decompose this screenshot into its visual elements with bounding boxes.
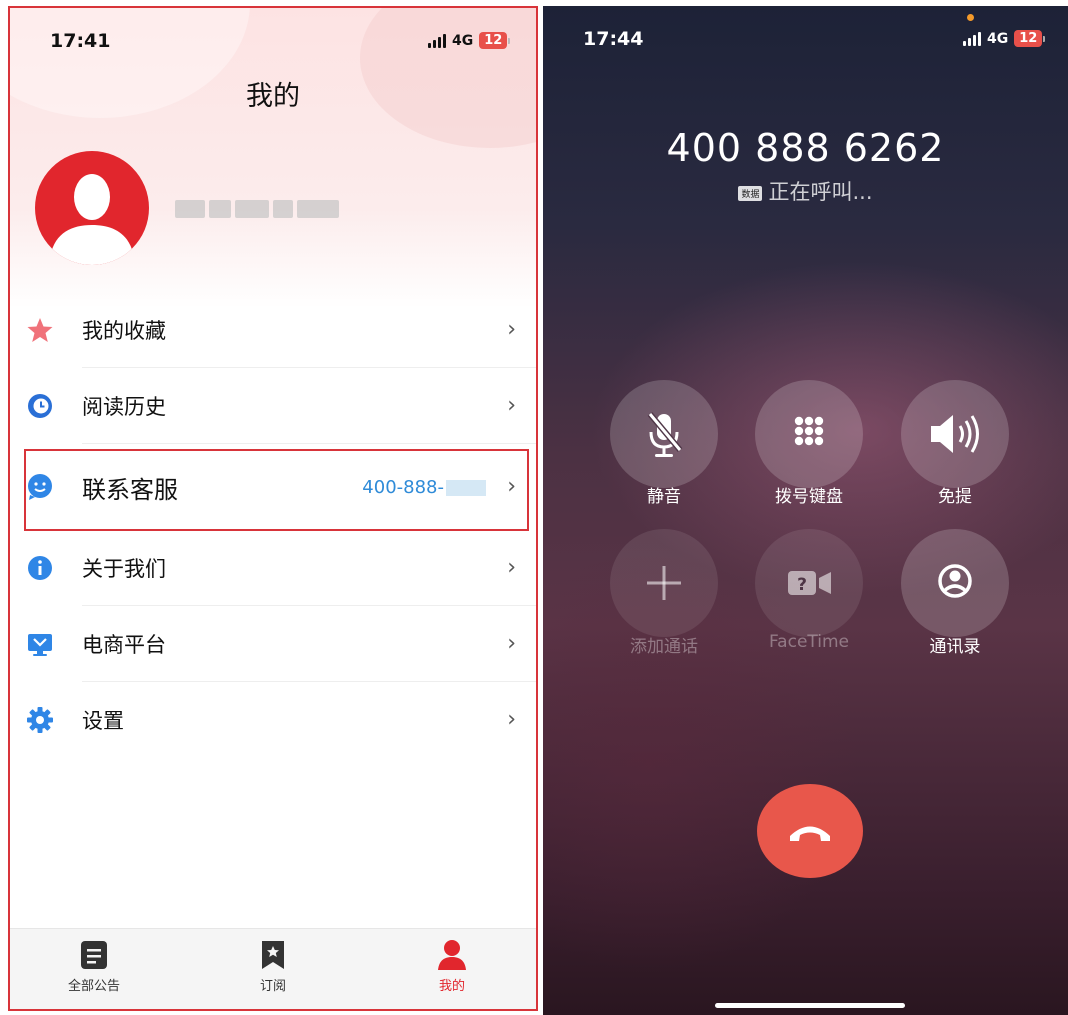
bottom-tab-bar: 全部公告 订阅 我的 <box>10 928 536 1009</box>
menu-item-ecommerce[interactable]: 电商平台 › <box>10 606 536 682</box>
menu-item-about[interactable]: 关于我们 › <box>10 530 536 606</box>
network-label: 4G <box>987 30 1009 47</box>
tab-label: 我的 <box>438 979 465 994</box>
svg-text:?: ? <box>797 575 807 595</box>
contacts-icon <box>938 564 972 598</box>
keypad-button[interactable] <box>755 380 863 488</box>
menu-item-settings[interactable]: 设置 › <box>10 682 536 758</box>
page-title: 我的 <box>246 81 300 112</box>
history-clock-icon <box>28 394 52 418</box>
status-time: 17:41 <box>50 30 111 52</box>
tab-announcements[interactable]: 全部公告 <box>34 939 154 994</box>
star-icon <box>27 318 53 342</box>
home-indicator[interactable] <box>715 1003 905 1008</box>
privacy-indicator-dot <box>967 14 974 21</box>
person-silhouette-icon <box>49 174 135 265</box>
avatar[interactable] <box>35 151 149 265</box>
tab-mine[interactable]: 我的 <box>392 939 512 994</box>
end-call-button[interactable] <box>757 784 863 878</box>
mute-button[interactable] <box>610 380 718 488</box>
battery-level: 12 <box>1014 30 1043 47</box>
right-phone-screen: 17:44 4G 12 400 888 6262 数据 正在呼叫... 静音 拨… <box>543 6 1068 1015</box>
speaker-label: 免提 <box>938 487 972 507</box>
network-label: 4G <box>452 32 474 49</box>
status-indicators: 4G 12 <box>428 32 511 49</box>
menu-item-label: 阅读历史 <box>82 395 166 419</box>
data-tag: 数据 <box>738 185 763 201</box>
mute-label: 静音 <box>647 487 681 507</box>
chevron-right-icon: › <box>507 707 516 732</box>
menu-item-label: 关于我们 <box>82 557 166 581</box>
tab-label: 订阅 <box>259 979 286 994</box>
call-status: 数据 正在呼叫... <box>543 176 1068 206</box>
announcement-list-icon <box>81 941 107 969</box>
username-blurred <box>175 200 340 218</box>
chevron-right-icon: › <box>507 631 516 656</box>
speaker-icon <box>931 415 979 453</box>
signal-icon <box>428 33 446 48</box>
battery-icon: 12 <box>1014 30 1046 47</box>
contacts-label: 通讯录 <box>929 637 981 657</box>
store-screen-icon <box>28 634 52 656</box>
status-time: 17:44 <box>583 28 644 50</box>
menu-item-label: 设置 <box>82 709 124 733</box>
add-call-label: 添加通话 <box>630 637 698 657</box>
chevron-right-icon: › <box>507 393 516 418</box>
menu-item-label: 我的收藏 <box>82 319 166 343</box>
signal-icon <box>963 31 981 46</box>
contacts-button[interactable] <box>901 529 1009 637</box>
highlight-box <box>24 449 529 531</box>
tab-label: 全部公告 <box>67 979 120 994</box>
facetime-icon: ? <box>788 571 831 595</box>
left-phone-screen: 17:41 4G 12 我的 我的收藏 › 阅读历史 › 联系客服 400-88… <box>8 6 538 1011</box>
menu-item-favorites[interactable]: 我的收藏 › <box>10 292 536 368</box>
menu-item-label: 电商平台 <box>82 633 166 657</box>
add-call-button[interactable] <box>610 529 718 637</box>
plus-icon <box>647 566 681 600</box>
keypad-label: 拨号键盘 <box>775 487 843 507</box>
speaker-button[interactable] <box>901 380 1009 488</box>
mute-mic-icon <box>647 412 683 457</box>
status-indicators: 4G 12 <box>963 30 1046 47</box>
bookmark-star-icon <box>262 941 284 969</box>
battery-icon: 12 <box>479 32 511 49</box>
chevron-right-icon: › <box>507 555 516 580</box>
gear-icon <box>27 707 53 733</box>
info-icon <box>28 556 52 580</box>
tab-subscribe[interactable]: 订阅 <box>213 939 333 994</box>
facetime-button[interactable]: ? <box>755 529 863 637</box>
person-icon <box>438 940 466 970</box>
keypad-icon <box>794 416 824 446</box>
menu-item-history[interactable]: 阅读历史 › <box>10 368 536 444</box>
end-call-icon <box>790 826 830 841</box>
call-number: 400 888 6262 <box>666 126 945 170</box>
battery-level: 12 <box>479 32 508 49</box>
chevron-right-icon: › <box>507 317 516 342</box>
facetime-label: FaceTime <box>768 632 850 652</box>
